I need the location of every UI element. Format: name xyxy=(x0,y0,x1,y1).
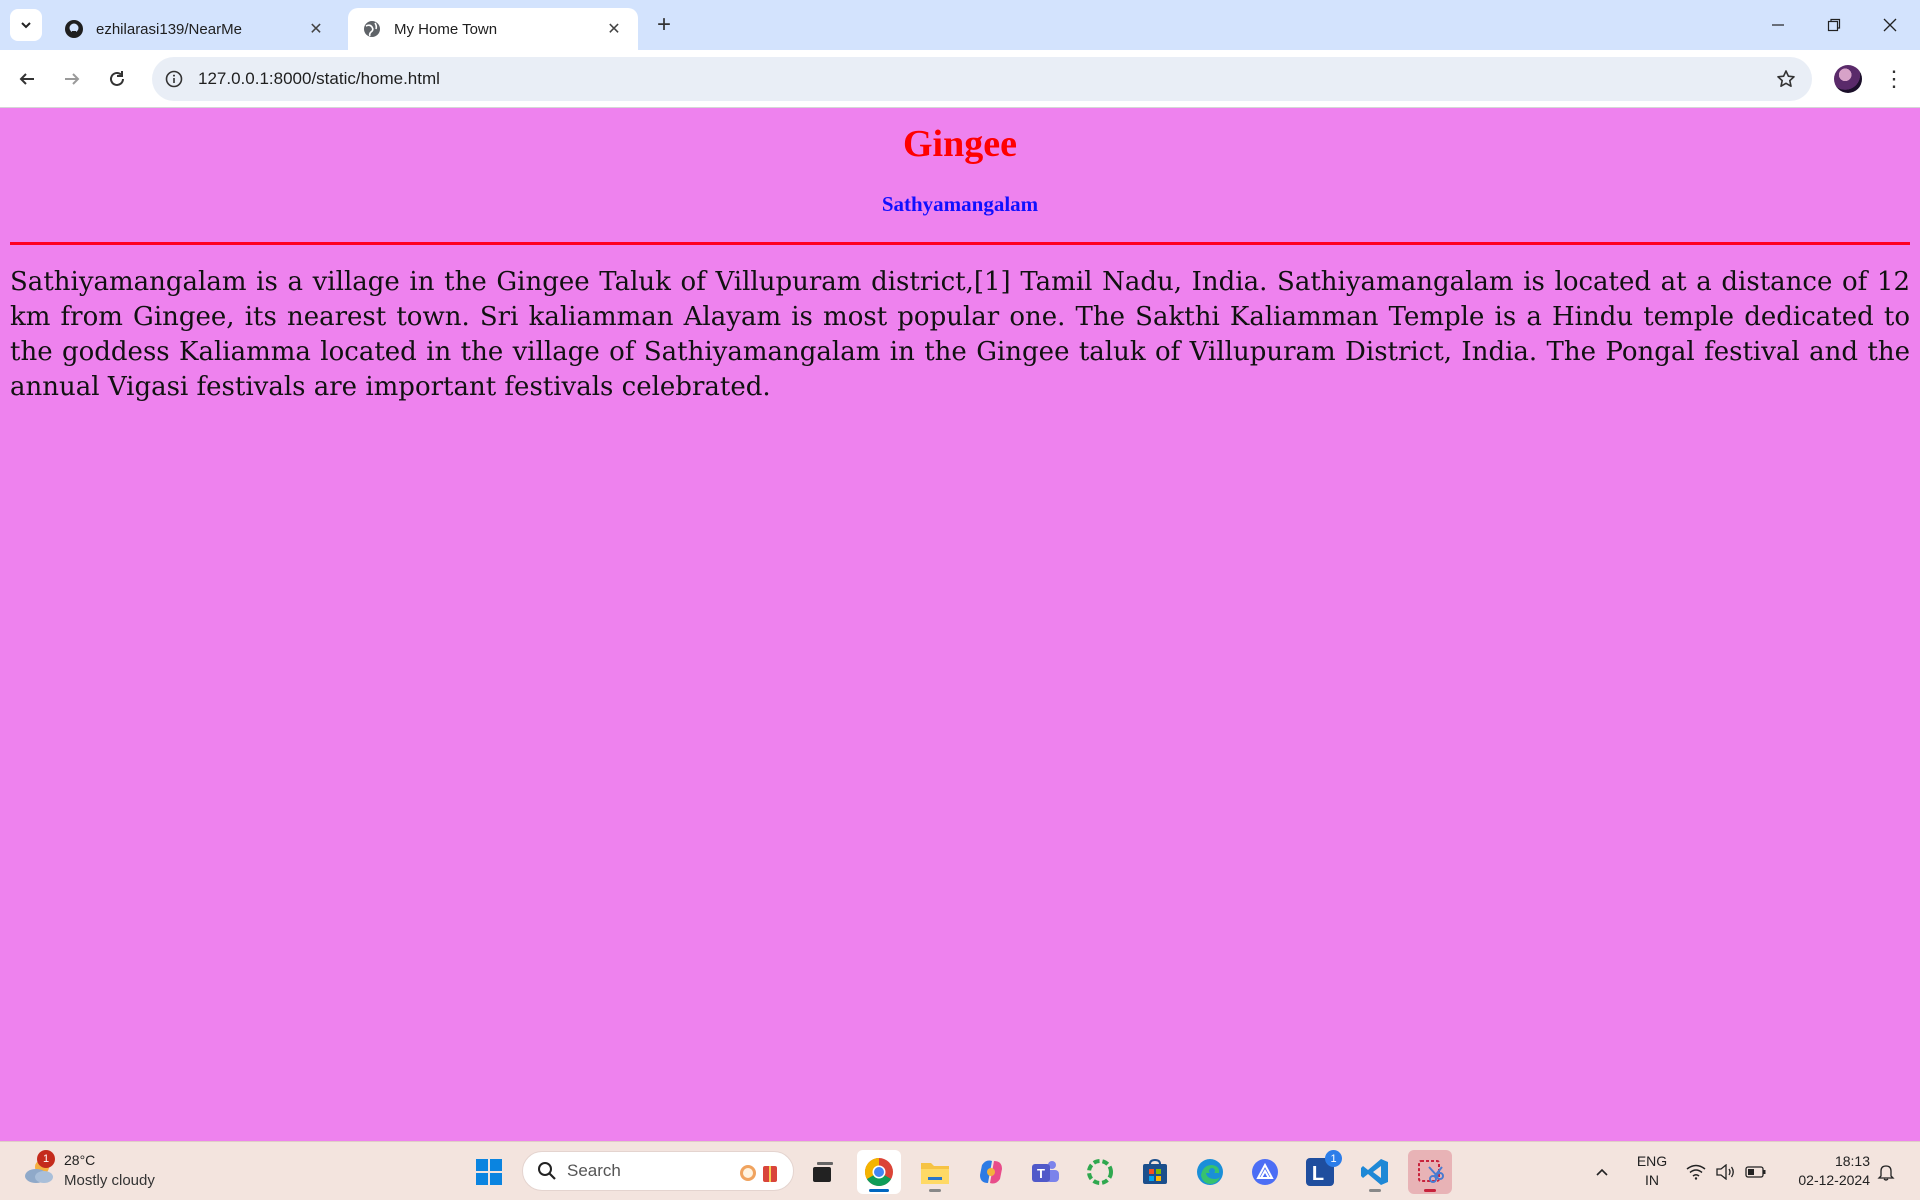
tab-title: My Home Town xyxy=(394,20,498,38)
clock-time: 18:13 xyxy=(1834,1153,1870,1169)
language-primary: ENG xyxy=(1636,1153,1668,1169)
tab-github[interactable]: ezhilarasi139/NearMe ✕ xyxy=(50,8,340,50)
wifi-status[interactable] xyxy=(1684,1142,1708,1200)
running-indicator xyxy=(1424,1189,1436,1192)
folder-icon xyxy=(921,1163,949,1184)
restore-icon xyxy=(1827,18,1841,32)
speaker-icon xyxy=(1716,1163,1734,1180)
taskbar-edge[interactable] xyxy=(1188,1150,1232,1194)
browser-toolbar: 127.0.0.1:8000/static/home.html ⋮ xyxy=(0,50,1920,108)
battery-status[interactable] xyxy=(1744,1142,1768,1200)
divider xyxy=(10,242,1910,245)
restore-button[interactable] xyxy=(1806,0,1862,50)
notification-badge: 1 xyxy=(1325,1150,1342,1167)
close-icon xyxy=(1883,18,1897,32)
arrow-right-icon xyxy=(65,73,80,85)
back-button[interactable] xyxy=(11,63,43,95)
wifi-icon xyxy=(1686,1164,1706,1180)
taskbar-search[interactable]: Search xyxy=(522,1151,794,1191)
battery-icon xyxy=(1745,1165,1766,1178)
tab-my-home-town[interactable]: My Home Town ✕ xyxy=(348,8,638,50)
windows-icon xyxy=(476,1159,502,1185)
edge-icon xyxy=(1197,1159,1223,1185)
clock[interactable]: 18:13 02-12-2024 xyxy=(1780,1152,1870,1190)
taskbar-app-ring[interactable] xyxy=(1078,1150,1122,1194)
page-subheading: Sathyamangalam xyxy=(881,192,1039,216)
weather-widget[interactable]: 1 28°C Mostly cloudy xyxy=(20,1150,180,1194)
close-icon[interactable]: ✕ xyxy=(306,19,326,39)
triangle-app-icon xyxy=(1252,1159,1278,1185)
task-view-icon xyxy=(813,1162,833,1182)
search-highlight-icon xyxy=(740,1165,777,1182)
page-heading: Gingee xyxy=(903,123,1017,165)
description-paragraph: Sathiyamangalam is a village in the Ging… xyxy=(10,267,1910,402)
language-indicator[interactable]: ENG IN xyxy=(1630,1152,1674,1190)
site-info-icon[interactable] xyxy=(152,57,196,101)
more-menu-icon[interactable]: ⋮ xyxy=(1878,63,1910,95)
active-indicator xyxy=(869,1189,889,1192)
chevron-up-icon xyxy=(1596,1168,1608,1176)
store-icon xyxy=(1143,1158,1167,1184)
weather-condition: Mostly cloudy xyxy=(64,1172,155,1189)
running-indicator xyxy=(929,1189,941,1192)
reload-button[interactable] xyxy=(101,63,133,95)
taskbar-task-view[interactable] xyxy=(801,1150,845,1194)
weather-temperature: 28°C xyxy=(64,1152,96,1168)
ring-app-icon xyxy=(1087,1159,1113,1185)
taskbar-snipping-tool[interactable] xyxy=(1408,1150,1452,1194)
taskbar: 1 28°C Mostly cloudy Search T L 1 ENG IN… xyxy=(0,1141,1920,1200)
profile-avatar[interactable] xyxy=(1834,65,1862,93)
taskbar-chrome[interactable] xyxy=(857,1150,901,1194)
web-page: Gingee Sathyamangalam Sathiyamangalam is… xyxy=(0,109,1920,1141)
forward-button[interactable] xyxy=(56,63,88,95)
teams-icon: T xyxy=(1032,1161,1059,1182)
taskbar-teams[interactable]: T xyxy=(1023,1150,1067,1194)
notification-badge: 1 xyxy=(37,1150,55,1168)
notification-center[interactable] xyxy=(1874,1142,1898,1200)
chrome-icon xyxy=(865,1158,893,1186)
minimize-icon xyxy=(1772,24,1784,26)
tab-title: ezhilarasi139/NearMe xyxy=(96,20,242,38)
close-icon[interactable]: ✕ xyxy=(604,19,624,39)
new-tab-button[interactable]: + xyxy=(650,11,678,39)
bell-icon xyxy=(1877,1164,1895,1181)
language-secondary: IN xyxy=(1645,1172,1659,1188)
taskbar-l-app[interactable]: L 1 xyxy=(1298,1150,1342,1194)
tab-search-button[interactable] xyxy=(10,9,42,41)
bookmark-star-icon[interactable] xyxy=(1774,67,1798,91)
vscode-icon xyxy=(1361,1159,1388,1185)
address-bar[interactable]: 127.0.0.1:8000/static/home.html xyxy=(152,57,1812,101)
taskbar-vscode[interactable] xyxy=(1353,1150,1397,1194)
minimize-button[interactable] xyxy=(1750,0,1806,50)
reload-icon xyxy=(110,71,124,86)
start-button[interactable] xyxy=(467,1150,511,1194)
chevron-down-icon xyxy=(21,22,31,29)
tab-strip: ezhilarasi139/NearMe ✕ My Home Town ✕ + xyxy=(0,0,1920,50)
url-text[interactable]: 127.0.0.1:8000/static/home.html xyxy=(198,69,440,89)
taskbar-store[interactable] xyxy=(1133,1150,1177,1194)
search-label: Search xyxy=(567,1161,621,1180)
taskbar-copilot[interactable] xyxy=(969,1150,1013,1194)
clock-date: 02-12-2024 xyxy=(1798,1172,1870,1188)
svg-text:T: T xyxy=(1037,1166,1045,1181)
running-indicator xyxy=(1369,1189,1381,1192)
taskbar-app-triangle[interactable] xyxy=(1243,1150,1287,1194)
globe-icon xyxy=(362,19,382,39)
close-window-button[interactable] xyxy=(1862,0,1918,50)
snipping-tool-icon xyxy=(1418,1160,1444,1183)
arrow-left-icon xyxy=(19,73,34,85)
svg-text:L: L xyxy=(1312,1163,1324,1185)
taskbar-file-explorer[interactable] xyxy=(913,1150,957,1194)
search-icon xyxy=(538,1162,556,1180)
show-hidden-icons[interactable] xyxy=(1590,1142,1614,1200)
copilot-icon xyxy=(980,1160,1002,1184)
volume-status[interactable] xyxy=(1714,1142,1738,1200)
github-icon xyxy=(64,19,84,39)
